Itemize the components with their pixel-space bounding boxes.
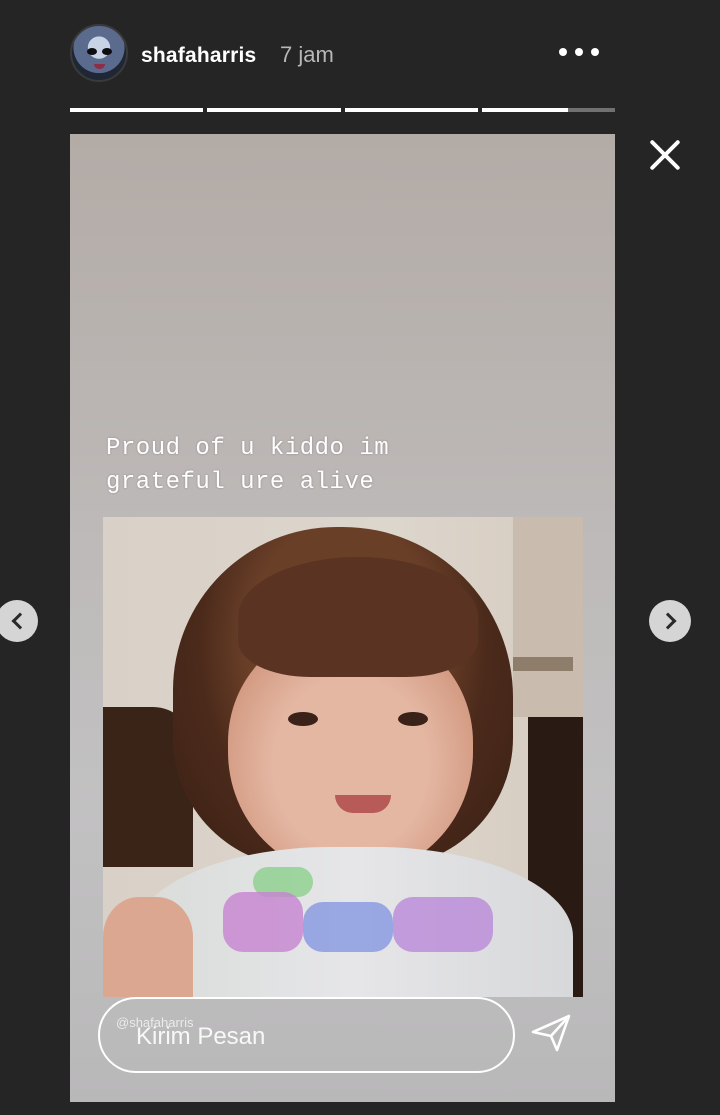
- caption-line: Proud of u kiddo im: [106, 435, 390, 462]
- username[interactable]: shafaharris: [141, 44, 256, 68]
- progress-fill: [344, 108, 478, 112]
- reply-input[interactable]: [136, 1021, 466, 1053]
- photo-shirt-print: [393, 897, 493, 952]
- chevron-left-icon: [11, 612, 28, 630]
- photo-eye: [288, 712, 318, 726]
- photo-door: [513, 657, 573, 671]
- story-viewer: shafaharris 7 jam Proud of u kiddo im gr…: [0, 0, 720, 1115]
- progress-fill: [481, 108, 569, 112]
- reply-box: @shafaharris: [98, 997, 515, 1073]
- story-header: shafaharris 7 jam: [70, 18, 615, 88]
- photo-fringe: [238, 557, 478, 677]
- progress-fill: [70, 108, 204, 112]
- send-icon[interactable]: [529, 1012, 575, 1054]
- previous-story-button[interactable]: [0, 600, 38, 642]
- progress-segment: [481, 108, 615, 112]
- story-caption: Proud of u kiddo im grateful ure alive: [106, 432, 526, 500]
- avatar[interactable]: [70, 24, 128, 82]
- chevron-right-icon: [659, 612, 676, 630]
- timestamp: 7 jam: [280, 42, 334, 67]
- close-icon[interactable]: [648, 138, 682, 172]
- progress-segment: [207, 108, 341, 112]
- progress-segment: [70, 108, 204, 112]
- more-horizontal-icon[interactable]: [559, 48, 599, 60]
- avatar-mouth: [94, 64, 105, 69]
- caption-line: grateful ure alive: [106, 469, 375, 496]
- story-progress-bars: [70, 108, 615, 112]
- story-content[interactable]: Proud of u kiddo im grateful ure alive: [70, 134, 615, 1102]
- photo-wall: [513, 517, 583, 717]
- photo-shirt-print: [303, 902, 393, 952]
- photo-eye: [398, 712, 428, 726]
- avatar-eye: [87, 48, 97, 55]
- photo-arm: [103, 897, 193, 997]
- story-photo: [103, 517, 583, 997]
- avatar-eye: [102, 48, 112, 55]
- progress-segment: [344, 108, 478, 112]
- progress-fill: [207, 108, 341, 112]
- photo-shirt-print: [223, 892, 303, 952]
- next-story-button[interactable]: [649, 600, 691, 642]
